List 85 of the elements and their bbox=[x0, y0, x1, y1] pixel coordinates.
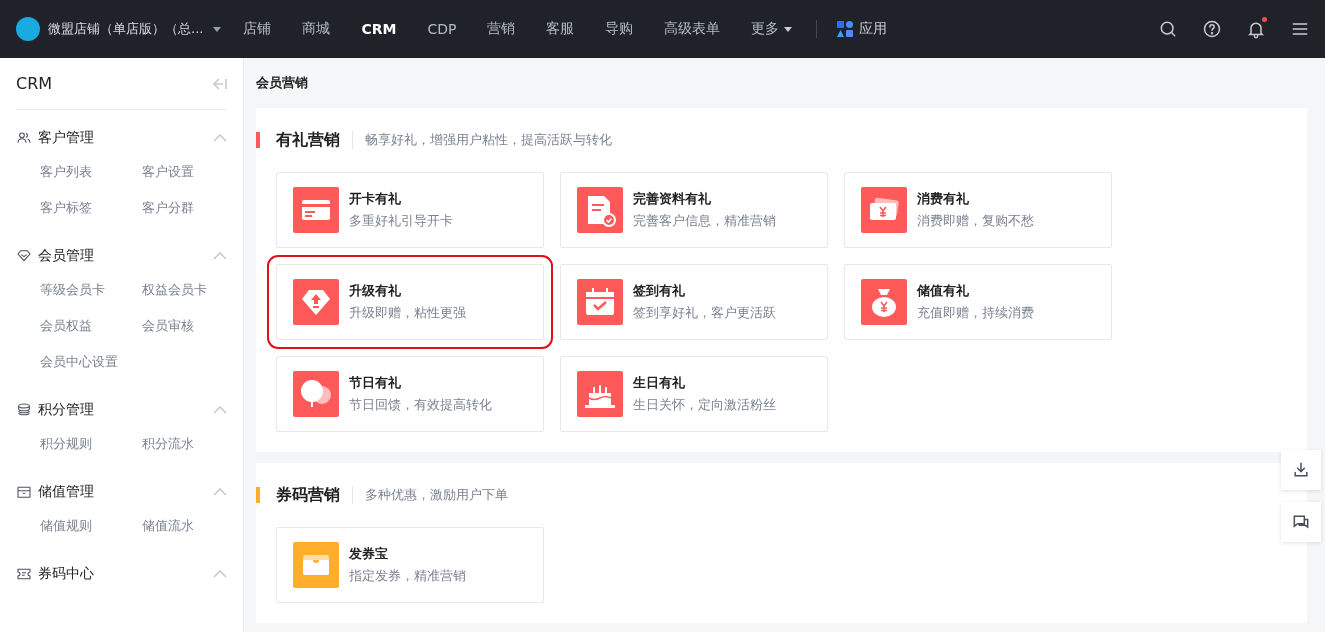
nav-link[interactable]: 高级表单 bbox=[664, 20, 721, 38]
sidebar-item[interactable]: 权益会员卡 bbox=[142, 272, 242, 308]
card-description: 完善客户信息，精准营销 bbox=[633, 212, 776, 230]
card-icon bbox=[861, 279, 907, 325]
nav-link[interactable]: 导购 bbox=[605, 20, 634, 38]
help-button[interactable] bbox=[1201, 18, 1223, 40]
sidebar-group[interactable]: 客户管理 bbox=[38, 129, 207, 147]
feature-card[interactable]: 节日有礼 节日回馈，有效提高转化 bbox=[276, 356, 544, 432]
card-description: 消费即赠，复购不愁 bbox=[917, 212, 1034, 230]
nav-link[interactable]: 更多 bbox=[751, 20, 793, 38]
sidebar-item[interactable]: 等级会员卡 bbox=[40, 272, 142, 308]
sidebar-group[interactable]: 储值管理 bbox=[38, 483, 207, 501]
nav-link[interactable]: CRM bbox=[361, 21, 397, 37]
card-description: 生日关怀，定向激活粉丝 bbox=[633, 396, 776, 414]
feature-card[interactable]: 储值有礼 充值即赠，持续消费 bbox=[844, 264, 1112, 340]
card-description: 节日回馈，有效提高转化 bbox=[349, 396, 492, 414]
store-name[interactable]: 微盟店铺（单店版）（总... bbox=[48, 20, 204, 38]
help-icon bbox=[1202, 19, 1222, 39]
download-icon bbox=[1291, 460, 1311, 480]
sidebar-item[interactable]: 储值规则 bbox=[40, 508, 142, 544]
nav-link[interactable]: 客服 bbox=[546, 20, 575, 38]
sidebar-title: CRM bbox=[16, 74, 53, 93]
feature-card[interactable]: 开卡有礼 多重好礼引导开卡 bbox=[276, 172, 544, 248]
feature-card[interactable]: 完善资料有礼 完善客户信息，精准营销 bbox=[560, 172, 828, 248]
card-title: 储值有礼 bbox=[917, 282, 970, 300]
card-description: 多重好礼引导开卡 bbox=[349, 212, 453, 230]
sidebar-item[interactable]: 会员审核 bbox=[142, 308, 242, 344]
coin-stack-icon bbox=[16, 402, 32, 418]
card-title: 生日有礼 bbox=[633, 374, 686, 392]
diamond-icon bbox=[16, 248, 32, 264]
sidebar-group[interactable]: 会员管理 bbox=[38, 247, 207, 265]
card-icon bbox=[293, 371, 339, 417]
card-description: 指定发券，精准营销 bbox=[349, 567, 466, 585]
nav-link[interactable]: 商城 bbox=[302, 20, 331, 38]
sidebar-item[interactable]: 客户标签 bbox=[40, 190, 142, 226]
feedback-button[interactable] bbox=[1281, 502, 1321, 542]
nav-link[interactable]: 营销 bbox=[487, 20, 516, 38]
sidebar-item[interactable]: 客户列表 bbox=[40, 154, 142, 190]
search-icon bbox=[1158, 19, 1178, 39]
card-icon bbox=[577, 279, 623, 325]
sidebar-item[interactable]: 客户设置 bbox=[142, 154, 242, 190]
feature-card[interactable]: 签到有礼 签到享好礼，客户更活跃 bbox=[560, 264, 828, 340]
nav-link[interactable]: CDP bbox=[427, 21, 457, 37]
card-icon bbox=[577, 187, 623, 233]
card-description: 升级即赠，粘性更强 bbox=[349, 304, 466, 322]
section-title: 有礼营销 bbox=[276, 129, 340, 151]
ticket-icon bbox=[16, 566, 32, 582]
nav-link[interactable]: 店铺 bbox=[243, 20, 272, 38]
card-icon bbox=[577, 371, 623, 417]
card-icon bbox=[861, 187, 907, 233]
card-description: 签到享好礼，客户更活跃 bbox=[633, 304, 776, 322]
card-title: 完善资料有礼 bbox=[633, 190, 712, 208]
apps-icon bbox=[837, 21, 854, 37]
store-logo[interactable] bbox=[16, 17, 40, 41]
feature-card[interactable]: 生日有礼 生日关怀，定向激活粉丝 bbox=[560, 356, 828, 432]
card-title: 签到有礼 bbox=[633, 282, 686, 300]
sidebar-item[interactable]: 会员权益 bbox=[40, 308, 142, 344]
people-icon bbox=[16, 130, 32, 146]
card-title: 开卡有礼 bbox=[349, 190, 402, 208]
sidebar-item[interactable]: 会员中心设置 bbox=[40, 344, 142, 380]
page-title: 会员营销 bbox=[256, 74, 309, 92]
section-title: 券码营销 bbox=[276, 484, 340, 506]
card-title: 升级有礼 bbox=[349, 282, 402, 300]
sidebar-group[interactable]: 券码中心 bbox=[38, 565, 207, 583]
card-title: 消费有礼 bbox=[917, 190, 970, 208]
card-icon bbox=[293, 187, 339, 233]
card-title: 节日有礼 bbox=[349, 374, 402, 392]
sidebar-item[interactable]: 客户分群 bbox=[142, 190, 242, 226]
card-title: 发券宝 bbox=[349, 545, 389, 563]
card-description: 充值即赠，持续消费 bbox=[917, 304, 1034, 322]
caret-icon bbox=[784, 26, 793, 32]
card-icon bbox=[293, 279, 339, 325]
feature-card[interactable]: 消费有礼 消费即赠，复购不愁 bbox=[844, 172, 1112, 248]
apps-link[interactable]: 应用 bbox=[837, 20, 888, 38]
download-button[interactable] bbox=[1281, 450, 1321, 490]
sidebar-group[interactable]: 积分管理 bbox=[38, 401, 207, 419]
feature-card[interactable]: 发券宝 指定发券，精准营销 bbox=[276, 527, 544, 603]
section-subtitle: 多种优惠，激励用户下单 bbox=[352, 486, 508, 504]
sidebar-item[interactable]: 积分流水 bbox=[142, 426, 242, 462]
card-icon bbox=[293, 542, 339, 588]
sidebar-item[interactable]: 储值流水 bbox=[142, 508, 242, 544]
caret-icon[interactable] bbox=[213, 26, 222, 32]
section-subtitle: 畅享好礼，增强用户粘性，提高活跃与转化 bbox=[352, 131, 612, 149]
wallet-icon bbox=[16, 484, 32, 500]
sidebar-item[interactable]: 积分规则 bbox=[40, 426, 142, 462]
